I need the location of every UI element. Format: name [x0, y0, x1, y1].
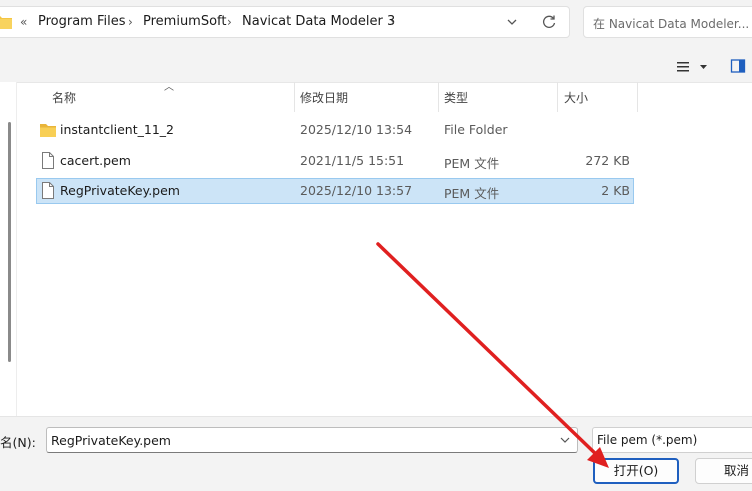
search-input[interactable]: 在 Navicat Data Modeler... — [583, 6, 752, 38]
file-date: 2025/12/10 13:54 — [300, 122, 413, 137]
open-button[interactable]: 打开(O) — [593, 458, 679, 484]
column-divider[interactable] — [294, 82, 295, 112]
column-header-type[interactable]: 类型 — [444, 86, 554, 110]
breadcrumb-separator[interactable]: › — [390, 15, 395, 29]
file-size: 272 KB — [585, 153, 630, 168]
file-icon — [42, 152, 54, 169]
filename-value: RegPrivateKey.pem — [51, 433, 171, 448]
file-size: 2 KB — [601, 183, 630, 198]
file-type-filter-value: File pem (*.pem) — [597, 433, 698, 447]
overflow-chevron[interactable]: « — [20, 15, 27, 29]
view-options-icon[interactable] — [676, 59, 712, 75]
breadcrumb-navicat[interactable]: Navicat Data Modeler 3 — [242, 14, 395, 29]
column-header-date[interactable]: 修改日期 — [300, 86, 435, 110]
folder-icon — [40, 124, 56, 137]
breadcrumb-separator[interactable]: › — [227, 15, 232, 29]
file-date: 2021/11/5 15:51 — [300, 153, 405, 168]
column-name-label: 名称 — [52, 91, 77, 105]
file-date: 2025/12/10 13:57 — [300, 183, 413, 198]
navigation-pane[interactable] — [0, 82, 17, 416]
filename-input[interactable]: RegPrivateKey.pem — [46, 427, 578, 453]
file-name: cacert.pem — [60, 153, 131, 168]
file-type: File Folder — [444, 122, 508, 137]
address-bar[interactable]: « Program Files › PremiumSoft › Navicat … — [0, 6, 570, 38]
column-divider[interactable] — [637, 82, 638, 112]
column-divider[interactable] — [557, 82, 558, 112]
column-divider[interactable] — [438, 82, 439, 112]
column-type-label: 类型 — [444, 91, 469, 105]
column-header-name[interactable]: 名称 — [52, 86, 292, 110]
toolbar — [0, 50, 752, 83]
file-icon — [42, 182, 54, 199]
address-bar-region: « Program Files › PremiumSoft › Navicat … — [0, 0, 752, 50]
list-item-instantclient[interactable]: instantclient_11_2 2025/12/10 13:54 File… — [36, 117, 634, 143]
breadcrumb-program-files[interactable]: Program Files — [38, 14, 126, 29]
folder-icon — [0, 16, 12, 29]
file-type: PEM 文件 — [444, 186, 500, 201]
filename-label: 名(N): — [0, 435, 36, 450]
details-pane-icon[interactable] — [730, 58, 746, 74]
scrollbar-thumb[interactable] — [8, 122, 11, 362]
breadcrumb-separator[interactable]: › — [128, 15, 133, 29]
chevron-down-icon[interactable] — [505, 15, 519, 29]
list-item-cacert[interactable]: cacert.pem 2021/11/5 15:51 PEM 文件 272 KB — [36, 148, 634, 174]
chevron-down-icon[interactable] — [559, 435, 571, 445]
file-name: instantclient_11_2 — [60, 122, 174, 137]
search-placeholder: 在 Navicat Data Modeler... — [593, 17, 750, 31]
cancel-button[interactable]: 取消 — [695, 458, 752, 484]
refresh-icon[interactable] — [541, 14, 557, 30]
file-type-filter[interactable]: File pem (*.pem) — [592, 427, 752, 453]
file-type: PEM 文件 — [444, 156, 500, 171]
file-name: RegPrivateKey.pem — [60, 183, 180, 198]
breadcrumb-premiumsoft[interactable]: PremiumSoft — [143, 14, 227, 29]
column-date-label: 修改日期 — [300, 91, 349, 105]
column-size-label: 大小 — [564, 91, 589, 105]
list-item-regprivatekey[interactable]: RegPrivateKey.pem 2025/12/10 13:57 PEM 文… — [36, 178, 634, 204]
column-header-size[interactable]: 大小 — [564, 86, 634, 110]
